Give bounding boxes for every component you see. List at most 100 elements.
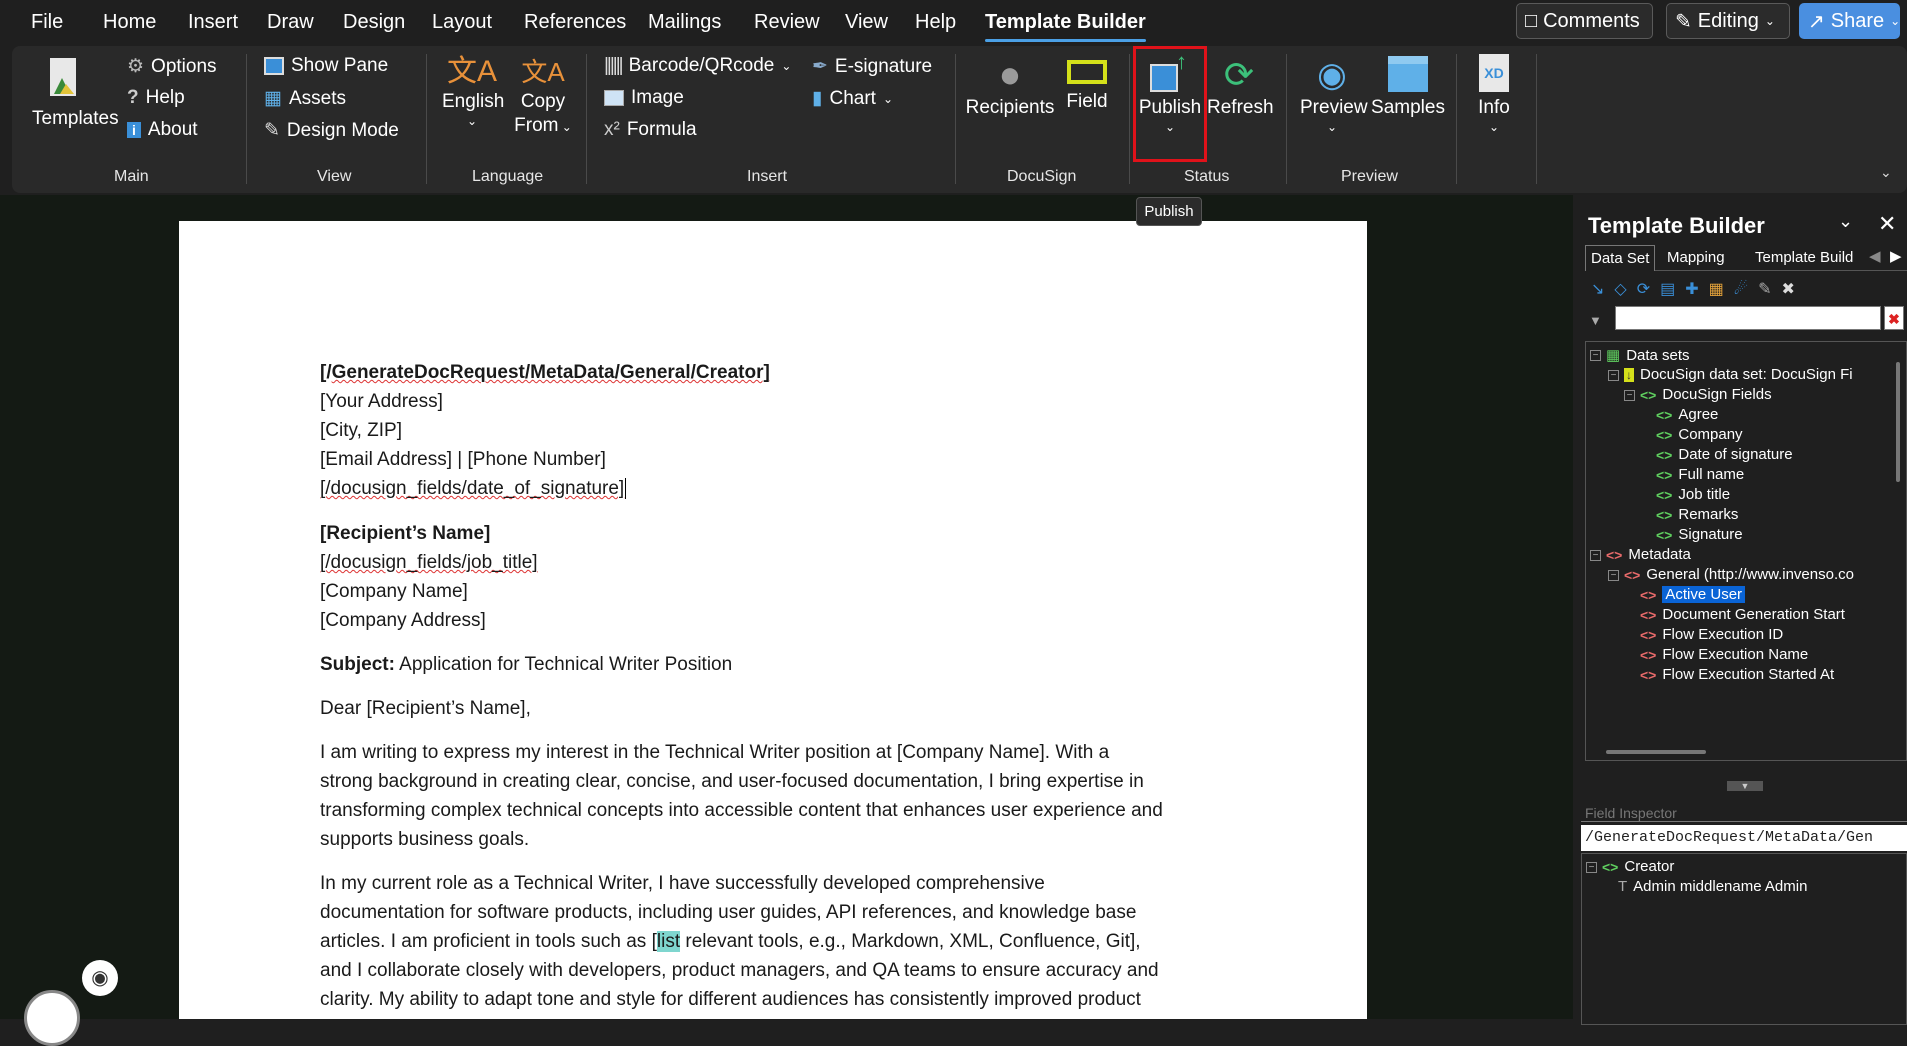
tree-node-datasets[interactable]: ▦ Data sets [1606,346,1690,365]
menu-references[interactable]: References [524,11,626,34]
menu-help[interactable]: Help [915,11,956,34]
inspector-path-field[interactable]: /GenerateDocRequest/MetaData/Gen [1581,825,1907,851]
doc-creator-field[interactable]: [/GenerateDocRequest/MetaData/General/Cr… [320,361,770,385]
tree-node-signature[interactable]: <> Signature [1656,526,1743,543]
collapse-icon[interactable]: ▤ [1660,279,1675,299]
node-green-icon: <> [1656,466,1673,483]
node-red-icon: <> [1640,666,1657,683]
formula-button[interactable]: x² Formula [604,119,697,141]
link-icon[interactable]: ☄ [1734,279,1748,299]
diamond-icon[interactable]: ◇ [1614,279,1626,299]
comments-button[interactable]: □ Comments [1516,3,1653,39]
menu-mailings[interactable]: Mailings [648,11,721,34]
add-dataset-icon[interactable]: ✚ [1685,279,1698,299]
insert-arrow-icon[interactable]: ↘ [1591,279,1604,299]
ribbon-collapse-icon[interactable]: ⌄ [1880,164,1892,181]
menu-template-builder[interactable]: Template Builder [985,11,1146,42]
group-separator [1286,54,1287,184]
tab-mapping[interactable]: Mapping [1667,249,1725,266]
tree-h-scrollbar[interactable] [1606,750,1706,754]
tree-node-docusign-dataset[interactable]: ↓ DocuSign data set: DocuSign Fi [1624,366,1853,383]
menu-file[interactable]: File [31,11,63,34]
preview-button[interactable]: ◉ Preview ⌄ [1300,54,1368,134]
pane-options-chevron-icon[interactable]: ⌄ [1838,211,1853,232]
show-pane-button[interactable]: Show Pane [264,55,388,77]
refresh-button[interactable]: ⟳ Refresh [1207,54,1274,120]
tree-node-remarks[interactable]: <> Remarks [1656,506,1738,523]
options-button[interactable]: ⚙ Options [127,55,217,78]
tree-node-flow-execution-started[interactable]: <> Flow Execution Started At [1640,666,1834,683]
menu-review[interactable]: Review [754,11,820,34]
node-red-icon: <> [1624,566,1641,583]
filter-input[interactable] [1615,306,1881,330]
about-button[interactable]: i About [127,119,198,141]
tree-node-docusign-fields[interactable]: <> DocuSign Fields [1640,386,1772,403]
recipients-button[interactable]: ● Recipients [965,54,1055,120]
templates-button[interactable]: Templates [32,56,119,131]
samples-button[interactable]: Samples [1370,54,1446,120]
highlighted-text[interactable]: list [656,931,681,952]
tree-node-job-title[interactable]: <> Job title [1656,486,1730,503]
ribbon: Templates ⚙ Options ? Help i About Main Sho… [12,46,1907,193]
collapse-toggle-icon[interactable]: − [1590,550,1601,561]
copy-from-button[interactable]: 文A Copy From ⌄ [512,54,574,139]
tree-node-general[interactable]: <> General (http://www.invenso.co [1624,566,1854,583]
menu-home[interactable]: Home [103,11,156,34]
divider [1581,821,1907,822]
help-button[interactable]: ? Help [127,87,185,109]
menu-layout[interactable]: Layout [432,11,492,34]
tree-node-docgen-start[interactable]: <> Document Generation Start [1640,606,1845,623]
inspector-value[interactable]: T Admin middlename Admin [1618,878,1807,895]
menu-view[interactable]: View [845,11,888,34]
tab-scroll-left-icon[interactable]: ◀ [1869,247,1881,265]
assets-button[interactable]: ▦ Assets [264,87,346,110]
group-separator [246,54,247,184]
esignature-button[interactable]: ✒ E-signature [812,55,932,78]
collapse-toggle-icon[interactable]: − [1624,390,1635,401]
menu-design[interactable]: Design [343,11,405,34]
tree-node-active-user[interactable]: <> Active User [1640,586,1746,603]
tab-template-build[interactable]: Template Build [1755,249,1853,266]
clear-filter-icon[interactable]: ✖ [1884,306,1904,330]
collapse-toggle-icon[interactable]: − [1608,370,1619,381]
document-page[interactable]: [/GenerateDocRequest/MetaData/General/Cr… [179,221,1367,1019]
chart-button[interactable]: ▮ Chart ⌄ [812,87,893,110]
barcode-button[interactable]: |||||| Barcode/QRcode ⌄ [604,55,791,77]
close-icon[interactable]: ✕ [1878,211,1896,237]
add-field-icon[interactable]: ▦ [1709,279,1724,299]
editing-button[interactable]: ✎ Editing ⌄ [1666,3,1790,39]
collapse-toggle-icon[interactable]: − [1586,862,1597,873]
info-button[interactable]: XD Info ⌄ [1468,54,1520,134]
tree-node-metadata[interactable]: <> Metadata [1606,546,1691,563]
image-button[interactable]: Image [604,87,684,109]
tree-node-full-name[interactable]: <> Full name [1656,466,1744,483]
field-button[interactable]: Field [1060,54,1114,114]
menu-draw[interactable]: Draw [267,11,314,34]
collapse-toggle-icon[interactable]: − [1608,570,1619,581]
tree-node-flow-execution-id[interactable]: <> Flow Execution ID [1640,626,1783,643]
tree-node-flow-execution-name[interactable]: <> Flow Execution Name [1640,646,1808,663]
tree-node-agree[interactable]: <> Agree [1656,406,1718,423]
delete-icon[interactable]: ✖ [1782,279,1795,299]
tree-node-company[interactable]: <> Company [1656,426,1743,443]
design-mode-button[interactable]: ✎ Design Mode [264,119,399,142]
doc-date-field[interactable]: [/docusign_fields/date_of_signature] [320,477,627,501]
doc-job-field[interactable]: [/docusign_fields/job_title] [320,551,538,575]
tab-scroll-right-icon[interactable]: ▶ [1890,247,1902,265]
menu-insert[interactable]: Insert [188,11,238,34]
publish-button[interactable]: ↑ Publish ⌄ [1138,50,1202,135]
refresh-small-icon[interactable]: ⟳ [1637,279,1650,299]
tab-data-set[interactable]: Data Set [1585,245,1656,271]
edit-icon[interactable]: ✎ [1758,279,1771,299]
tree-node-date-of-signature[interactable]: <> Date of signature [1656,446,1793,463]
tree-scrollbar[interactable] [1896,362,1900,482]
share-button[interactable]: ↗ Share ⌄ [1799,3,1900,39]
collapse-toggle-icon[interactable]: − [1590,350,1601,361]
english-button[interactable]: 文A English ⌄ [442,54,504,128]
splitter-handle[interactable]: ▼ [1727,781,1763,791]
gear-icon: ⚙ [127,56,145,77]
inspector-node-creator[interactable]: <> Creator [1602,858,1674,875]
fingerprint-icon[interactable]: ◉ [82,960,118,996]
doc-paragraph-line: transforming complex technical concepts … [320,800,1163,821]
accessibility-button[interactable] [24,990,80,1046]
